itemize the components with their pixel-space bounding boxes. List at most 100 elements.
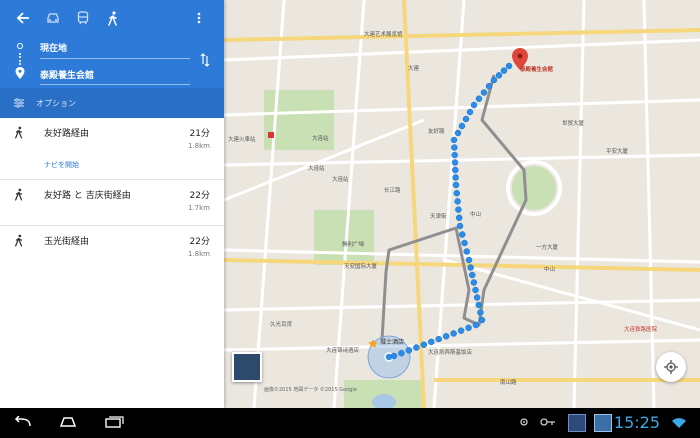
route-dot <box>465 324 472 332</box>
map-copyright: 画像©2015 地図データ ©2015 Google <box>264 387 357 393</box>
directions-header: 現在地 泰殿養生会館 オプション <box>0 0 224 118</box>
route-dot <box>466 108 474 116</box>
destination-pin-icon <box>15 67 25 79</box>
map-label: 中山 <box>470 212 482 218</box>
map-label: 大连站 <box>332 177 349 183</box>
route-dot <box>475 301 482 309</box>
more-options-icon[interactable] <box>184 4 214 32</box>
map-label: 大連艺术展览馆 <box>364 32 403 38</box>
route-dot <box>453 189 461 197</box>
route-dot <box>500 67 508 74</box>
route-dot <box>457 327 465 334</box>
map-label: 大连站 <box>308 166 325 172</box>
route-dot <box>435 335 442 343</box>
map-label: 南山路 <box>500 380 517 386</box>
route-dot <box>454 129 462 137</box>
map-label: 大连铁路医院 <box>624 327 658 333</box>
route-time: 22分 <box>189 191 210 201</box>
map-label: 世贸大厦 <box>562 121 585 127</box>
route-dot <box>428 338 435 346</box>
system-clock: 15:25 <box>613 413 660 432</box>
map-canvas <box>224 0 700 408</box>
gps-status-icon <box>520 418 528 426</box>
notification-app-icon-2[interactable] <box>594 414 612 432</box>
map-label: 一方大厦 <box>536 245 559 251</box>
route-dot <box>505 62 513 70</box>
map-view[interactable]: 泰殿養生会館 大連艺术展览馆 大連 大連火車站 大连站 大连站 大连站 勝利广場… <box>224 0 700 408</box>
route-dot <box>461 239 468 247</box>
route-dot <box>459 231 466 238</box>
options-label: オプション <box>36 98 76 108</box>
home-nav-icon[interactable] <box>58 416 78 428</box>
map-label: 久光百货 <box>270 322 293 328</box>
back-arrow-icon[interactable] <box>8 4 38 32</box>
map-label: 大連火車站 <box>228 137 256 143</box>
map-label: 平安大厦 <box>606 149 629 155</box>
origin-field[interactable]: 現在地 <box>40 41 67 54</box>
route-dot <box>470 101 478 109</box>
walking-mode-icon[interactable] <box>98 4 128 32</box>
route-distance: 1.7km <box>187 204 210 212</box>
map-label: 大连凯宾斯基饭店 <box>428 350 473 356</box>
wifi-icon <box>672 418 686 428</box>
route-dot <box>495 72 503 79</box>
origin-underline <box>40 58 190 59</box>
route-dot <box>454 198 461 205</box>
maps-app: 現在地 泰殿養生会館 オプション 友好路経由 21分 1.8km ナビを開始 友… <box>0 0 700 408</box>
route-dot <box>398 349 405 357</box>
route-dot <box>405 347 413 354</box>
route-name: 友好路経由 <box>44 129 90 139</box>
map-label: 天津街 <box>430 214 447 220</box>
map-label: 勝利广場 <box>342 242 365 248</box>
tune-icon <box>14 98 24 108</box>
route-option-1[interactable]: 友好路経由 21分 1.8km ナビを開始 <box>0 118 224 180</box>
satellite-layer-thumbnail[interactable] <box>232 352 262 382</box>
destination-field[interactable]: 泰殿養生会館 <box>40 68 94 81</box>
back-nav-icon[interactable] <box>14 416 32 428</box>
route-dot <box>472 286 479 294</box>
hotel-map-label[interactable]: 城士酒店 <box>380 337 404 346</box>
map-label: 天安国际大厦 <box>344 264 378 270</box>
route-dot <box>452 181 460 189</box>
notification-app-icon[interactable] <box>568 414 586 432</box>
travel-mode-bar <box>0 0 224 36</box>
start-navigation-link[interactable]: ナビを開始 <box>44 160 79 170</box>
origin-dot-icon <box>17 43 23 49</box>
route-dot <box>456 222 464 230</box>
route-dot <box>420 341 428 348</box>
my-location-button[interactable] <box>656 352 686 382</box>
route-dot <box>450 136 458 144</box>
key-icon <box>540 418 555 426</box>
route-name: 玉光街経由 <box>44 237 90 247</box>
car-mode-icon[interactable] <box>38 4 68 32</box>
map-label: 大连站 <box>312 136 329 142</box>
route-dot <box>469 271 476 279</box>
destination-map-label[interactable]: 泰殿養生会館 <box>520 65 553 73</box>
route-dot <box>473 294 481 301</box>
route-dot <box>480 89 488 96</box>
transit-mode-icon[interactable] <box>68 4 98 32</box>
options-bar[interactable]: オプション <box>0 88 224 118</box>
route-dot <box>472 321 480 329</box>
route-option-2[interactable]: 友好路 と 吉庆街経由 22分 1.7km <box>0 180 224 226</box>
route-dot <box>442 333 450 340</box>
walking-icon <box>15 126 23 139</box>
route-option-3[interactable]: 玉光街経由 22分 1.8km <box>0 226 224 272</box>
route-dot <box>455 206 462 213</box>
route-dot <box>477 309 484 316</box>
route-dot <box>475 95 483 102</box>
map-label: 长江路 <box>384 188 401 194</box>
route-dot <box>470 279 478 286</box>
route-distance: 1.8km <box>187 142 210 150</box>
walking-icon <box>15 188 23 201</box>
route-time: 22分 <box>189 237 210 247</box>
swap-icon[interactable] <box>200 52 210 71</box>
route-dot <box>452 174 459 181</box>
route-distance: 1.8km <box>187 250 210 258</box>
route-dot <box>451 159 459 166</box>
route-time: 21分 <box>189 129 210 139</box>
route-dot <box>467 264 474 271</box>
route-dot <box>463 248 470 255</box>
recent-apps-icon[interactable] <box>104 416 124 428</box>
route-name: 友好路 と 吉庆街経由 <box>44 191 131 201</box>
